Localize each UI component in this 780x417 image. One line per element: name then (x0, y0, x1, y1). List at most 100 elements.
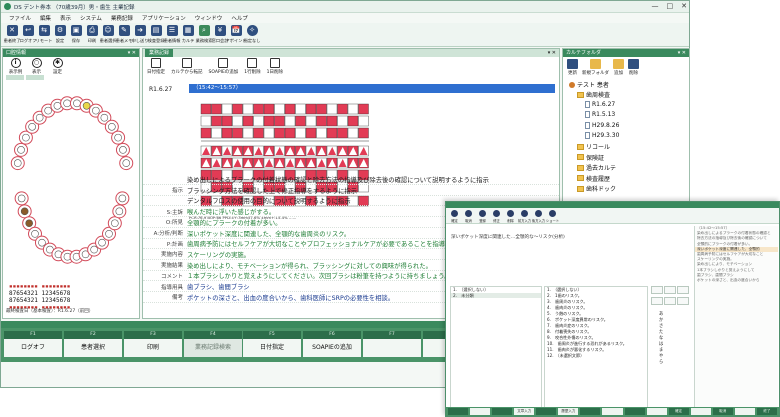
menu-item-7[interactable]: ヘルプ (231, 14, 248, 22)
function-key-f7[interactable]: F7 (363, 331, 421, 357)
phrase-fkey[interactable] (448, 408, 469, 415)
phrase-fkey[interactable] (602, 408, 623, 415)
record-time-bar[interactable]: （15:42～15:57） (189, 84, 555, 93)
menu-item-6[interactable]: ウィンドウ (195, 14, 223, 22)
pin-icon[interactable]: ▾ ✕ (678, 49, 686, 57)
dental-chart[interactable] (5, 85, 139, 282)
phrase-fkey[interactable] (470, 408, 491, 415)
kana-index-item[interactable]: ら (651, 360, 691, 366)
minimize-button[interactable]: — (652, 2, 659, 10)
record-tool-0[interactable]: 日付指定 (147, 58, 165, 75)
toolbar-button-1[interactable]: ↩ ログオフ (20, 23, 36, 47)
phrase-fkey[interactable] (580, 408, 601, 415)
toolbar-button-15[interactable]: ✧ 指定なし (244, 23, 260, 47)
toolbar-button-14[interactable]: 📅 アポイント (226, 23, 246, 47)
toolbar-button-9[interactable]: ▤ 検査登録 (148, 23, 164, 47)
phrase-fkey[interactable]: 終了 (756, 408, 777, 415)
toolbar-button-0[interactable]: ✕ 患者終了 (4, 23, 20, 47)
record-tool-2[interactable]: SOAPIEの追加 (209, 58, 238, 75)
kana-key[interactable] (677, 286, 689, 294)
list-item[interactable]: 2. 未分類 (451, 292, 541, 298)
menu-item-3[interactable]: システム (80, 14, 102, 22)
menu-item-0[interactable]: ファイル (9, 14, 31, 22)
phrase-tool-6[interactable]: 後方入力 (532, 210, 545, 223)
toolbar-button-4[interactable]: ▣ 保存 (68, 23, 84, 47)
toolbar-button-5[interactable]: ⎙ 印刷 (84, 23, 100, 47)
tab-task-record[interactable]: 業務記録 (145, 49, 174, 57)
toolbar-button-11[interactable]: ▦ カルテ (180, 23, 196, 47)
tree-item[interactable]: 保険証 (577, 153, 604, 162)
folder-tool-2[interactable]: 追加 (613, 59, 624, 77)
tree-item[interactable]: 過去カルテ (577, 163, 616, 172)
folder-tool-0[interactable]: 更新 (567, 59, 578, 77)
tree-item[interactable]: 歯周検査 (577, 90, 610, 99)
pin-icon[interactable]: ▾ ✕ (128, 49, 136, 57)
kana-key[interactable] (651, 286, 663, 294)
function-key-f1[interactable]: F1 ログオフ (4, 331, 62, 357)
phrase-tool-1[interactable]: 取消 (463, 210, 474, 223)
menu-item-2[interactable]: 表示 (60, 14, 71, 22)
kana-key[interactable] (677, 297, 689, 305)
tree-item[interactable]: 検査履歴 (577, 174, 610, 183)
folder-tool-1[interactable]: 新規フォルダ (582, 59, 609, 77)
phrase-tool-3[interactable]: 修正 (491, 210, 502, 223)
toolbar-button-10[interactable]: ☰ 患者情報 (164, 23, 180, 47)
record-tool-4[interactable]: 1日削除 (267, 58, 283, 75)
phrase-fkey[interactable]: 取消 (712, 408, 733, 415)
tree-item[interactable]: テスト 患者 (569, 80, 609, 89)
phrase-tool-2[interactable]: 登録 (477, 210, 488, 223)
list-item[interactable]: 12. （未選択文節） (545, 353, 647, 359)
tree-item[interactable]: 歯科ドック (577, 184, 616, 193)
function-key-f2[interactable]: F2 患者選択 (64, 331, 122, 357)
function-key-f6[interactable]: F6 SOAPIEの追加 (303, 331, 361, 357)
phrase-fkey[interactable] (734, 408, 755, 415)
record-row[interactable]: 指示 ブラッシング方法を確認した上で修正指導をするように指示 (143, 186, 559, 196)
maximize-button[interactable]: □ (667, 2, 674, 10)
display-button[interactable]: ○ 表示 (28, 58, 45, 75)
kana-key[interactable] (651, 297, 663, 305)
example-display-button[interactable]: i 表示例 (7, 58, 24, 75)
tree-item[interactable]: H29.3.30 (585, 132, 619, 139)
phrase-fkey[interactable]: 履歴入力 (558, 408, 579, 415)
menu-item-4[interactable]: 業務記録 (111, 14, 133, 22)
function-key-f5[interactable]: F5 日付指定 (243, 331, 301, 357)
phrase-fkey[interactable] (492, 408, 513, 415)
tree-item[interactable]: R1.6.27 (585, 100, 615, 108)
folder-tool-3[interactable]: 削除 (628, 59, 639, 77)
kana-key[interactable] (664, 297, 676, 305)
function-key-f4[interactable]: F4 業務記録検索 (184, 331, 242, 357)
toolbar-button-7[interactable]: ✎ 患者メモ (116, 23, 132, 47)
menu-item-1[interactable]: 編集 (40, 14, 51, 22)
phrase-fkey[interactable] (646, 408, 667, 415)
close-button[interactable]: ✕ (681, 2, 687, 10)
tree-item[interactable]: R1.5.13 (585, 111, 615, 119)
phrase-fkey[interactable] (536, 408, 557, 415)
phrase-fkey[interactable]: 確定 (668, 408, 689, 415)
phrase-option-list[interactable]: 1. （選択しない） 2. 1歯のリスク。 3. 歯周炎のリスク。 4. 歯肉炎のリス… (544, 286, 648, 408)
toolbar-button-8[interactable]: ➜ 申し送り (132, 23, 148, 47)
oral-tab-2[interactable] (26, 75, 44, 80)
toolbar-button-3[interactable]: ⚙ 設定 (52, 23, 68, 47)
phrase-tool-5[interactable]: 前方入力 (518, 210, 531, 223)
function-key-f3[interactable]: F3 印刷 (124, 331, 182, 357)
oral-settings-button[interactable]: ✱ 設定 (49, 58, 66, 75)
tree-item[interactable]: リコール (577, 142, 610, 151)
phrase-tool-0[interactable]: 確定 (449, 210, 460, 223)
phrase-tool-7[interactable]: ショート (546, 210, 559, 223)
phrase-fkey[interactable]: 文章入力 (514, 408, 535, 415)
record-row[interactable]: 染め出しによるプラークの付着状態の確認と除去方法の指導及び除去後の確認について説… (143, 175, 559, 185)
toolbar-button-12[interactable]: ⌕ 業務検索 (196, 23, 212, 47)
record-tool-3[interactable]: 1行削除 (244, 58, 261, 75)
phrase-fkey[interactable] (624, 408, 645, 415)
menu-item-5[interactable]: アプリケーション (142, 14, 186, 22)
oral-tab-1[interactable] (6, 75, 24, 80)
phrase-fkey[interactable] (690, 408, 711, 415)
phrase-category-list[interactable]: 1. （選択しない） 2. 未分類 (450, 286, 542, 408)
kana-key[interactable] (664, 286, 676, 294)
phrase-composition[interactable]: 深いポケット深度に関連した…全顎的な～リスク(分析) (451, 234, 565, 240)
record-tool-1[interactable]: カルテから転記 (171, 58, 203, 75)
close-icon[interactable]: ▾ ✕ (548, 50, 556, 56)
phrase-tool-4[interactable]: 削除 (505, 210, 516, 223)
toolbar-button-6[interactable]: ☺ 患者選択 (100, 23, 116, 47)
tree-item[interactable]: H29.8.26 (585, 121, 619, 129)
